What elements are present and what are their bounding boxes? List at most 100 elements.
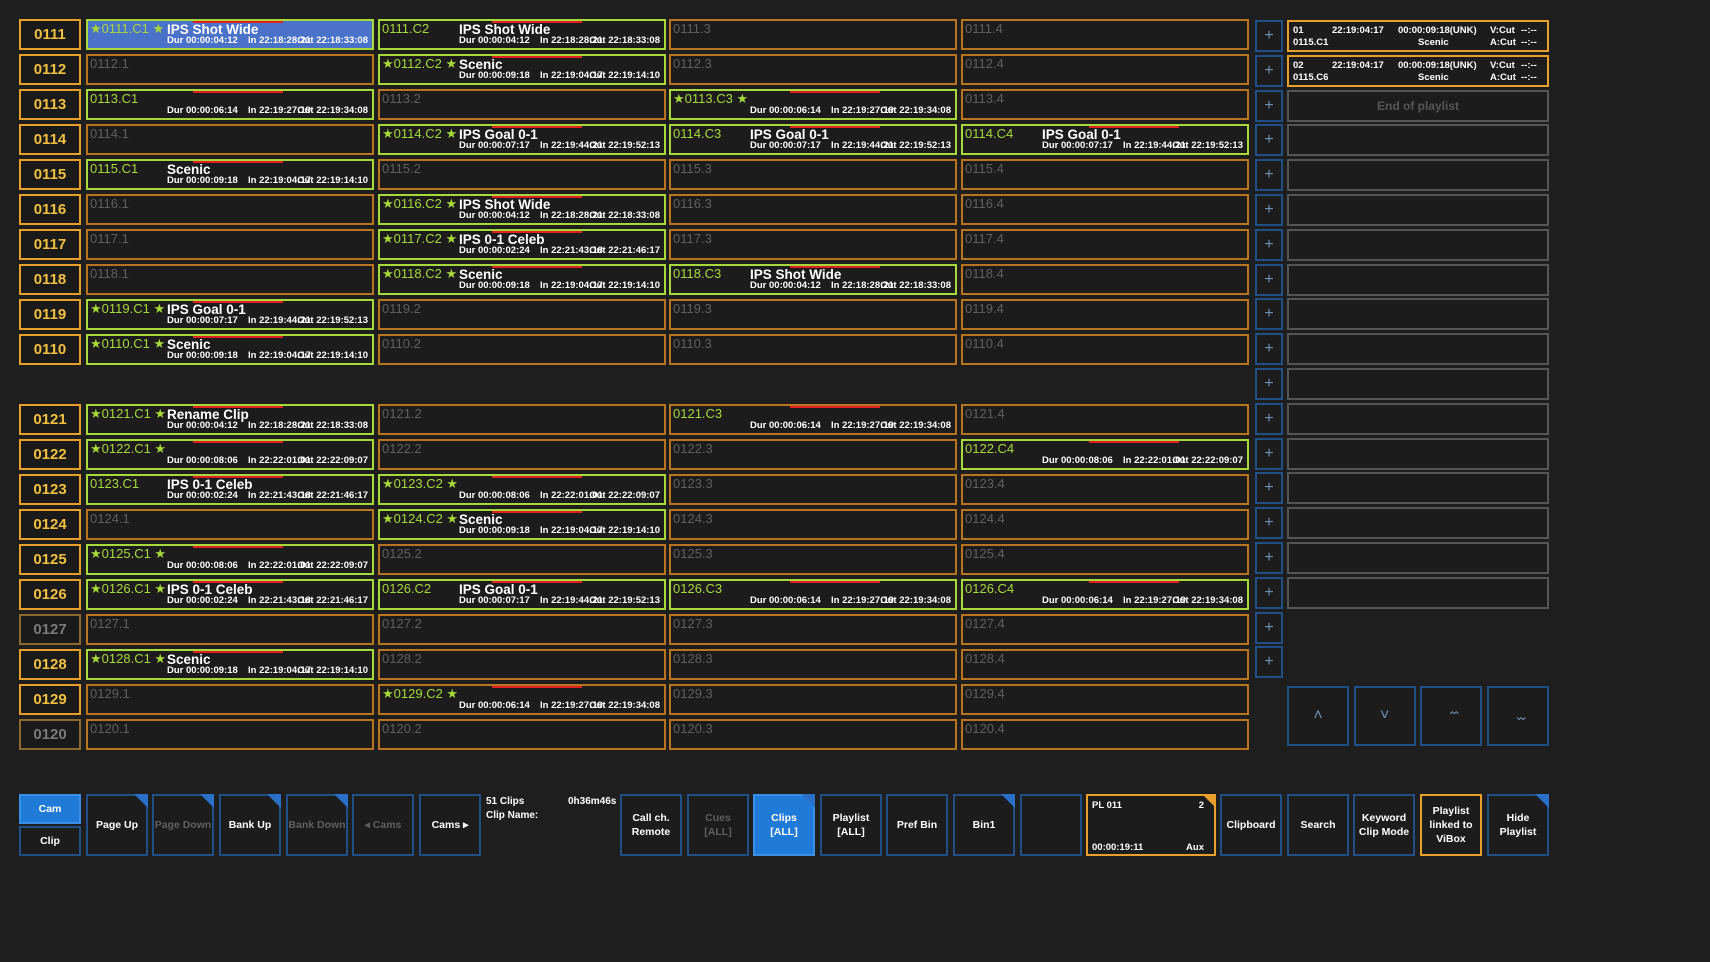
empty-cell[interactable]: 0117.4: [961, 229, 1249, 260]
row-label-0129[interactable]: 0129: [19, 684, 81, 715]
row-label-0116[interactable]: 0116: [19, 194, 81, 225]
clip-cell[interactable]: 0126.C2 IPS Goal 0-1 Dur 00:00:07:17 In 22:…: [378, 579, 666, 610]
clip-cell[interactable]: ★0110.C1 ★ Scenic Dur 00:00:09:18 In 22:19:…: [86, 334, 374, 365]
row-label-0110[interactable]: 0110: [19, 334, 81, 365]
empty-cell[interactable]: 0119.3: [669, 299, 957, 330]
empty-cell[interactable]: 0111.4: [961, 19, 1249, 50]
bank-down-button[interactable]: Bank Down: [286, 794, 348, 856]
empty-cell[interactable]: 0128.4: [961, 649, 1249, 680]
blank-button[interactable]: [1020, 794, 1082, 856]
clip-cell[interactable]: 0123.C1 IPS 0-1 Celeb Dur 00:00:02:24 In 22…: [86, 474, 374, 505]
clipboard-button[interactable]: Clipboard: [1220, 794, 1282, 856]
empty-cell[interactable]: 0110.2: [378, 334, 666, 365]
cams-prev-button[interactable]: ◂ Cams: [352, 794, 414, 856]
row-label-0111[interactable]: 0111: [19, 19, 81, 50]
add-to-playlist-button[interactable]: +: [1255, 472, 1283, 505]
empty-cell[interactable]: 0115.2: [378, 159, 666, 190]
empty-cell[interactable]: 0116.1: [86, 194, 374, 225]
add-to-playlist-button[interactable]: +: [1255, 54, 1283, 87]
playlist-slot[interactable]: [1287, 472, 1549, 505]
playlist-slot[interactable]: End of playlist: [1287, 89, 1549, 122]
add-to-playlist-button[interactable]: +: [1255, 333, 1283, 366]
empty-cell[interactable]: 0112.4: [961, 54, 1249, 85]
empty-cell[interactable]: 0116.4: [961, 194, 1249, 225]
clip-cell[interactable]: 0118.C3 IPS Shot Wide Dur 00:00:04:12 In 22…: [669, 264, 957, 295]
clip-cell[interactable]: 0126.C4 Dur 00:00:06:14 In 22:19:27:19 Out …: [961, 579, 1249, 610]
playlist-slot[interactable]: [1287, 402, 1549, 435]
add-to-playlist-button[interactable]: +: [1255, 402, 1283, 435]
row-label-0122[interactable]: 0122: [19, 439, 81, 470]
clip-cell[interactable]: 0121.C3 Dur 00:00:06:14 In 22:19:27:19 Out …: [669, 404, 957, 435]
clips-all-button[interactable]: Clips [ALL]: [753, 794, 815, 856]
add-to-playlist-button[interactable]: +: [1255, 368, 1283, 400]
add-to-playlist-button[interactable]: +: [1255, 576, 1283, 609]
row-label-0128[interactable]: 0128: [19, 649, 81, 680]
playlist-all-button[interactable]: Playlist [ALL]: [820, 794, 882, 856]
nav-up-button[interactable]: ˄: [1287, 686, 1349, 746]
playlist-linked-vibox-button[interactable]: Playlist linked to ViBox: [1420, 794, 1482, 856]
row-label-0121[interactable]: 0121: [19, 404, 81, 435]
empty-cell[interactable]: 0127.3: [669, 614, 957, 645]
empty-cell[interactable]: 0124.3: [669, 509, 957, 540]
empty-cell[interactable]: 0129.3: [669, 684, 957, 715]
clip-cell[interactable]: ★0128.C1 ★ Scenic Dur 00:00:09:18 In 22:19:…: [86, 649, 374, 680]
empty-cell[interactable]: 0117.1: [86, 229, 374, 260]
empty-cell[interactable]: 0125.2: [378, 544, 666, 575]
empty-cell[interactable]: 0113.4: [961, 89, 1249, 120]
empty-cell[interactable]: 0112.1: [86, 54, 374, 85]
empty-cell[interactable]: 0121.4: [961, 404, 1249, 435]
add-to-playlist-button[interactable]: +: [1255, 611, 1283, 644]
empty-cell[interactable]: 0128.3: [669, 649, 957, 680]
row-label-0124[interactable]: 0124: [19, 509, 81, 540]
nav-down-button[interactable]: ˅: [1353, 686, 1416, 746]
clip-cell[interactable]: 0114.C4 IPS Goal 0-1 Dur 00:00:07:17 In 22:…: [961, 124, 1249, 155]
call-remote-button[interactable]: Call ch. Remote: [620, 794, 682, 856]
clip-cell[interactable]: ★0114.C2 ★ IPS Goal 0-1 Dur 00:00:07:17 In …: [378, 124, 666, 155]
empty-cell[interactable]: 0115.3: [669, 159, 957, 190]
playlist-slot[interactable]: [1287, 124, 1549, 157]
playlist-slot[interactable]: [1287, 576, 1549, 609]
clip-cell[interactable]: 0126.C3 Dur 00:00:06:14 In 22:19:27:19 Out …: [669, 579, 957, 610]
clip-cell[interactable]: ★0121.C1 ★ Rename Clip Dur 00:00:04:12 In 2…: [86, 404, 374, 435]
clip-cell[interactable]: ★0129.C2 ★ Dur 00:00:06:14 In 22:19:27:19 O…: [378, 684, 666, 715]
add-to-playlist-button[interactable]: +: [1255, 437, 1283, 470]
clip-cell[interactable]: 0113.C1 Dur 00:00:06:14 In 22:19:27:19 Out …: [86, 89, 374, 120]
empty-cell[interactable]: 0128.2: [378, 649, 666, 680]
empty-cell[interactable]: 0120.2: [378, 719, 666, 750]
add-to-playlist-button[interactable]: +: [1255, 263, 1283, 296]
empty-cell[interactable]: 0127.2: [378, 614, 666, 645]
cues-button[interactable]: Cues [ALL]: [687, 794, 749, 856]
row-label-0118[interactable]: 0118: [19, 264, 81, 295]
clip-cell[interactable]: ★0119.C1 ★ IPS Goal 0-1 Dur 00:00:07:17 In …: [86, 299, 374, 330]
clip-cell[interactable]: ★0125.C1 ★ Dur 00:00:08:06 In 22:22:01:01 O…: [86, 544, 374, 575]
empty-cell[interactable]: 0125.4: [961, 544, 1249, 575]
empty-cell[interactable]: 0123.3: [669, 474, 957, 505]
add-to-playlist-button[interactable]: +: [1255, 159, 1283, 192]
empty-cell[interactable]: 0129.4: [961, 684, 1249, 715]
row-label-0125[interactable]: 0125: [19, 544, 81, 575]
page-up-button[interactable]: Page Up: [86, 794, 148, 856]
clip-cell[interactable]: ★0117.C2 ★ IPS 0-1 Celeb Dur 00:00:02:24 In…: [378, 229, 666, 260]
empty-cell[interactable]: 0115.4: [961, 159, 1249, 190]
row-label-0126[interactable]: 0126: [19, 579, 81, 610]
empty-cell[interactable]: 0112.3: [669, 54, 957, 85]
add-to-playlist-button[interactable]: +: [1255, 124, 1283, 157]
empty-cell[interactable]: 0110.4: [961, 334, 1249, 365]
playlist-slot[interactable]: [1287, 263, 1549, 296]
add-to-playlist-button[interactable]: +: [1255, 228, 1283, 261]
add-to-playlist-button[interactable]: +: [1255, 194, 1283, 226]
row-label-0115[interactable]: 0115: [19, 159, 81, 190]
clip-cell[interactable]: ★0111.C1 ★ IPS Shot Wide Dur 00:00:04:12 In…: [86, 19, 374, 50]
empty-cell[interactable]: 0110.3: [669, 334, 957, 365]
nav-bottom-button[interactable]: ⌄⌄: [1487, 686, 1550, 746]
empty-cell[interactable]: 0111.3: [669, 19, 957, 50]
row-label-0120[interactable]: 0120: [19, 719, 81, 750]
empty-cell[interactable]: 0118.4: [961, 264, 1249, 295]
playlist-slot[interactable]: [1287, 194, 1549, 226]
clip-button[interactable]: Clip: [19, 826, 81, 856]
add-to-playlist-button[interactable]: +: [1255, 646, 1283, 679]
search-button[interactable]: Search: [1287, 794, 1349, 856]
empty-cell[interactable]: 0124.1: [86, 509, 374, 540]
add-to-playlist-button[interactable]: +: [1255, 89, 1283, 122]
hide-playlist-button[interactable]: Hide Playlist: [1487, 794, 1549, 856]
